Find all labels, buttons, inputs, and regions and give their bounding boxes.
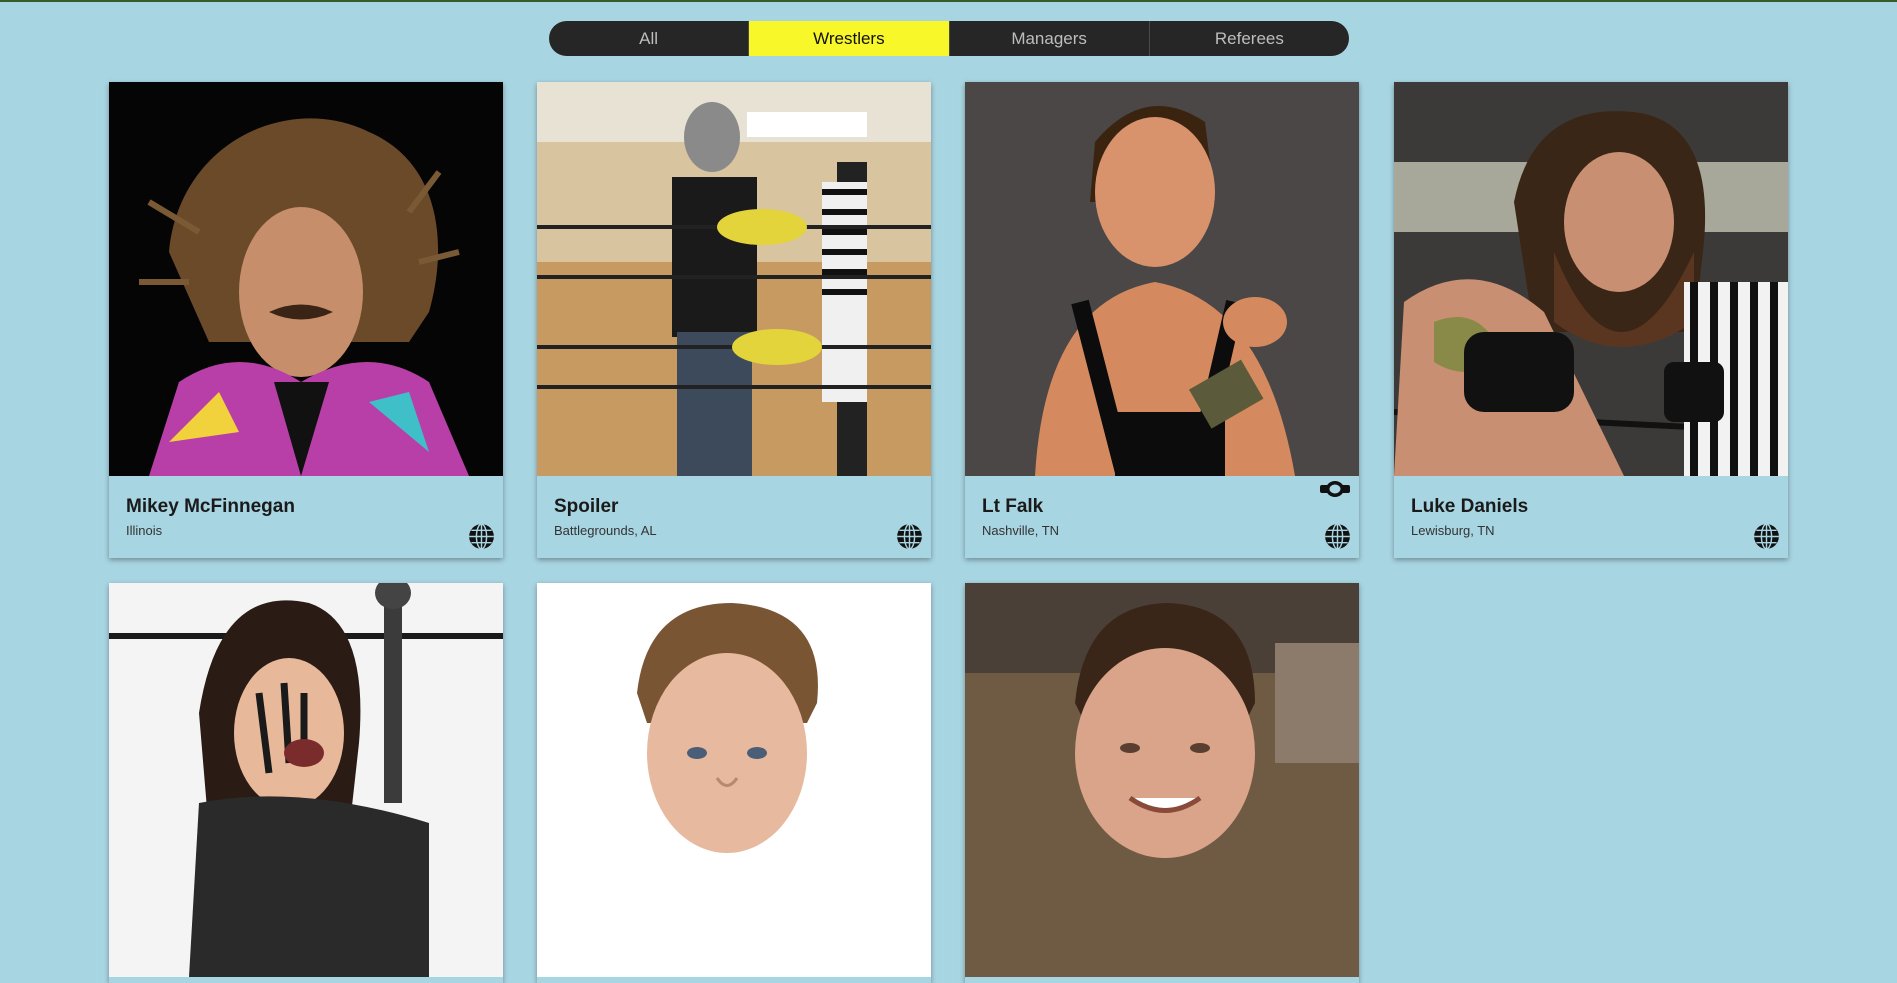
roster-card[interactable] [109,583,503,983]
wrestler-photo [537,82,931,476]
roster-card[interactable]: Mikey McFinnegan Illinois [109,82,503,558]
wrestler-photo [965,583,1359,977]
championship-belt-icon [1320,481,1350,497]
wrestler-photo [965,82,1359,476]
roster-card[interactable] [965,583,1359,983]
wrestler-photo [1394,82,1788,476]
roster-card[interactable]: Luke Daniels Lewisburg, TN [1394,82,1788,558]
tab-referees[interactable]: Referees [1150,21,1349,56]
tab-wrestlers[interactable]: Wrestlers [749,21,950,56]
wrestler-name: Mikey McFinnegan [126,496,295,517]
roster-card[interactable] [537,583,931,983]
wrestler-location: Nashville, TN [982,523,1060,538]
wrestler-name: Lt Falk [982,496,1044,517]
roster-card[interactable]: Spoiler Battlegrounds, AL [537,82,931,558]
wrestler-photo [109,82,503,476]
roster-card[interactable]: Lt Falk Nashville, TN [965,82,1359,558]
wrestler-name: Luke Daniels [1411,496,1529,517]
wrestler-photo [109,583,503,977]
globe-icon[interactable] [468,523,495,550]
wrestler-name: Spoiler [554,496,619,517]
wrestler-photo [537,583,931,977]
globe-icon[interactable] [1324,523,1351,550]
wrestler-location: Battlegrounds, AL [554,523,657,538]
globe-icon[interactable] [896,523,923,550]
wrestler-location: Lewisburg, TN [1411,523,1495,538]
tab-managers[interactable]: Managers [950,21,1150,56]
wrestler-location: Illinois [126,523,163,538]
roster-filter-tabs: All Wrestlers Managers Referees [549,21,1349,56]
tab-all[interactable]: All [549,21,750,56]
globe-icon[interactable] [1753,523,1780,550]
